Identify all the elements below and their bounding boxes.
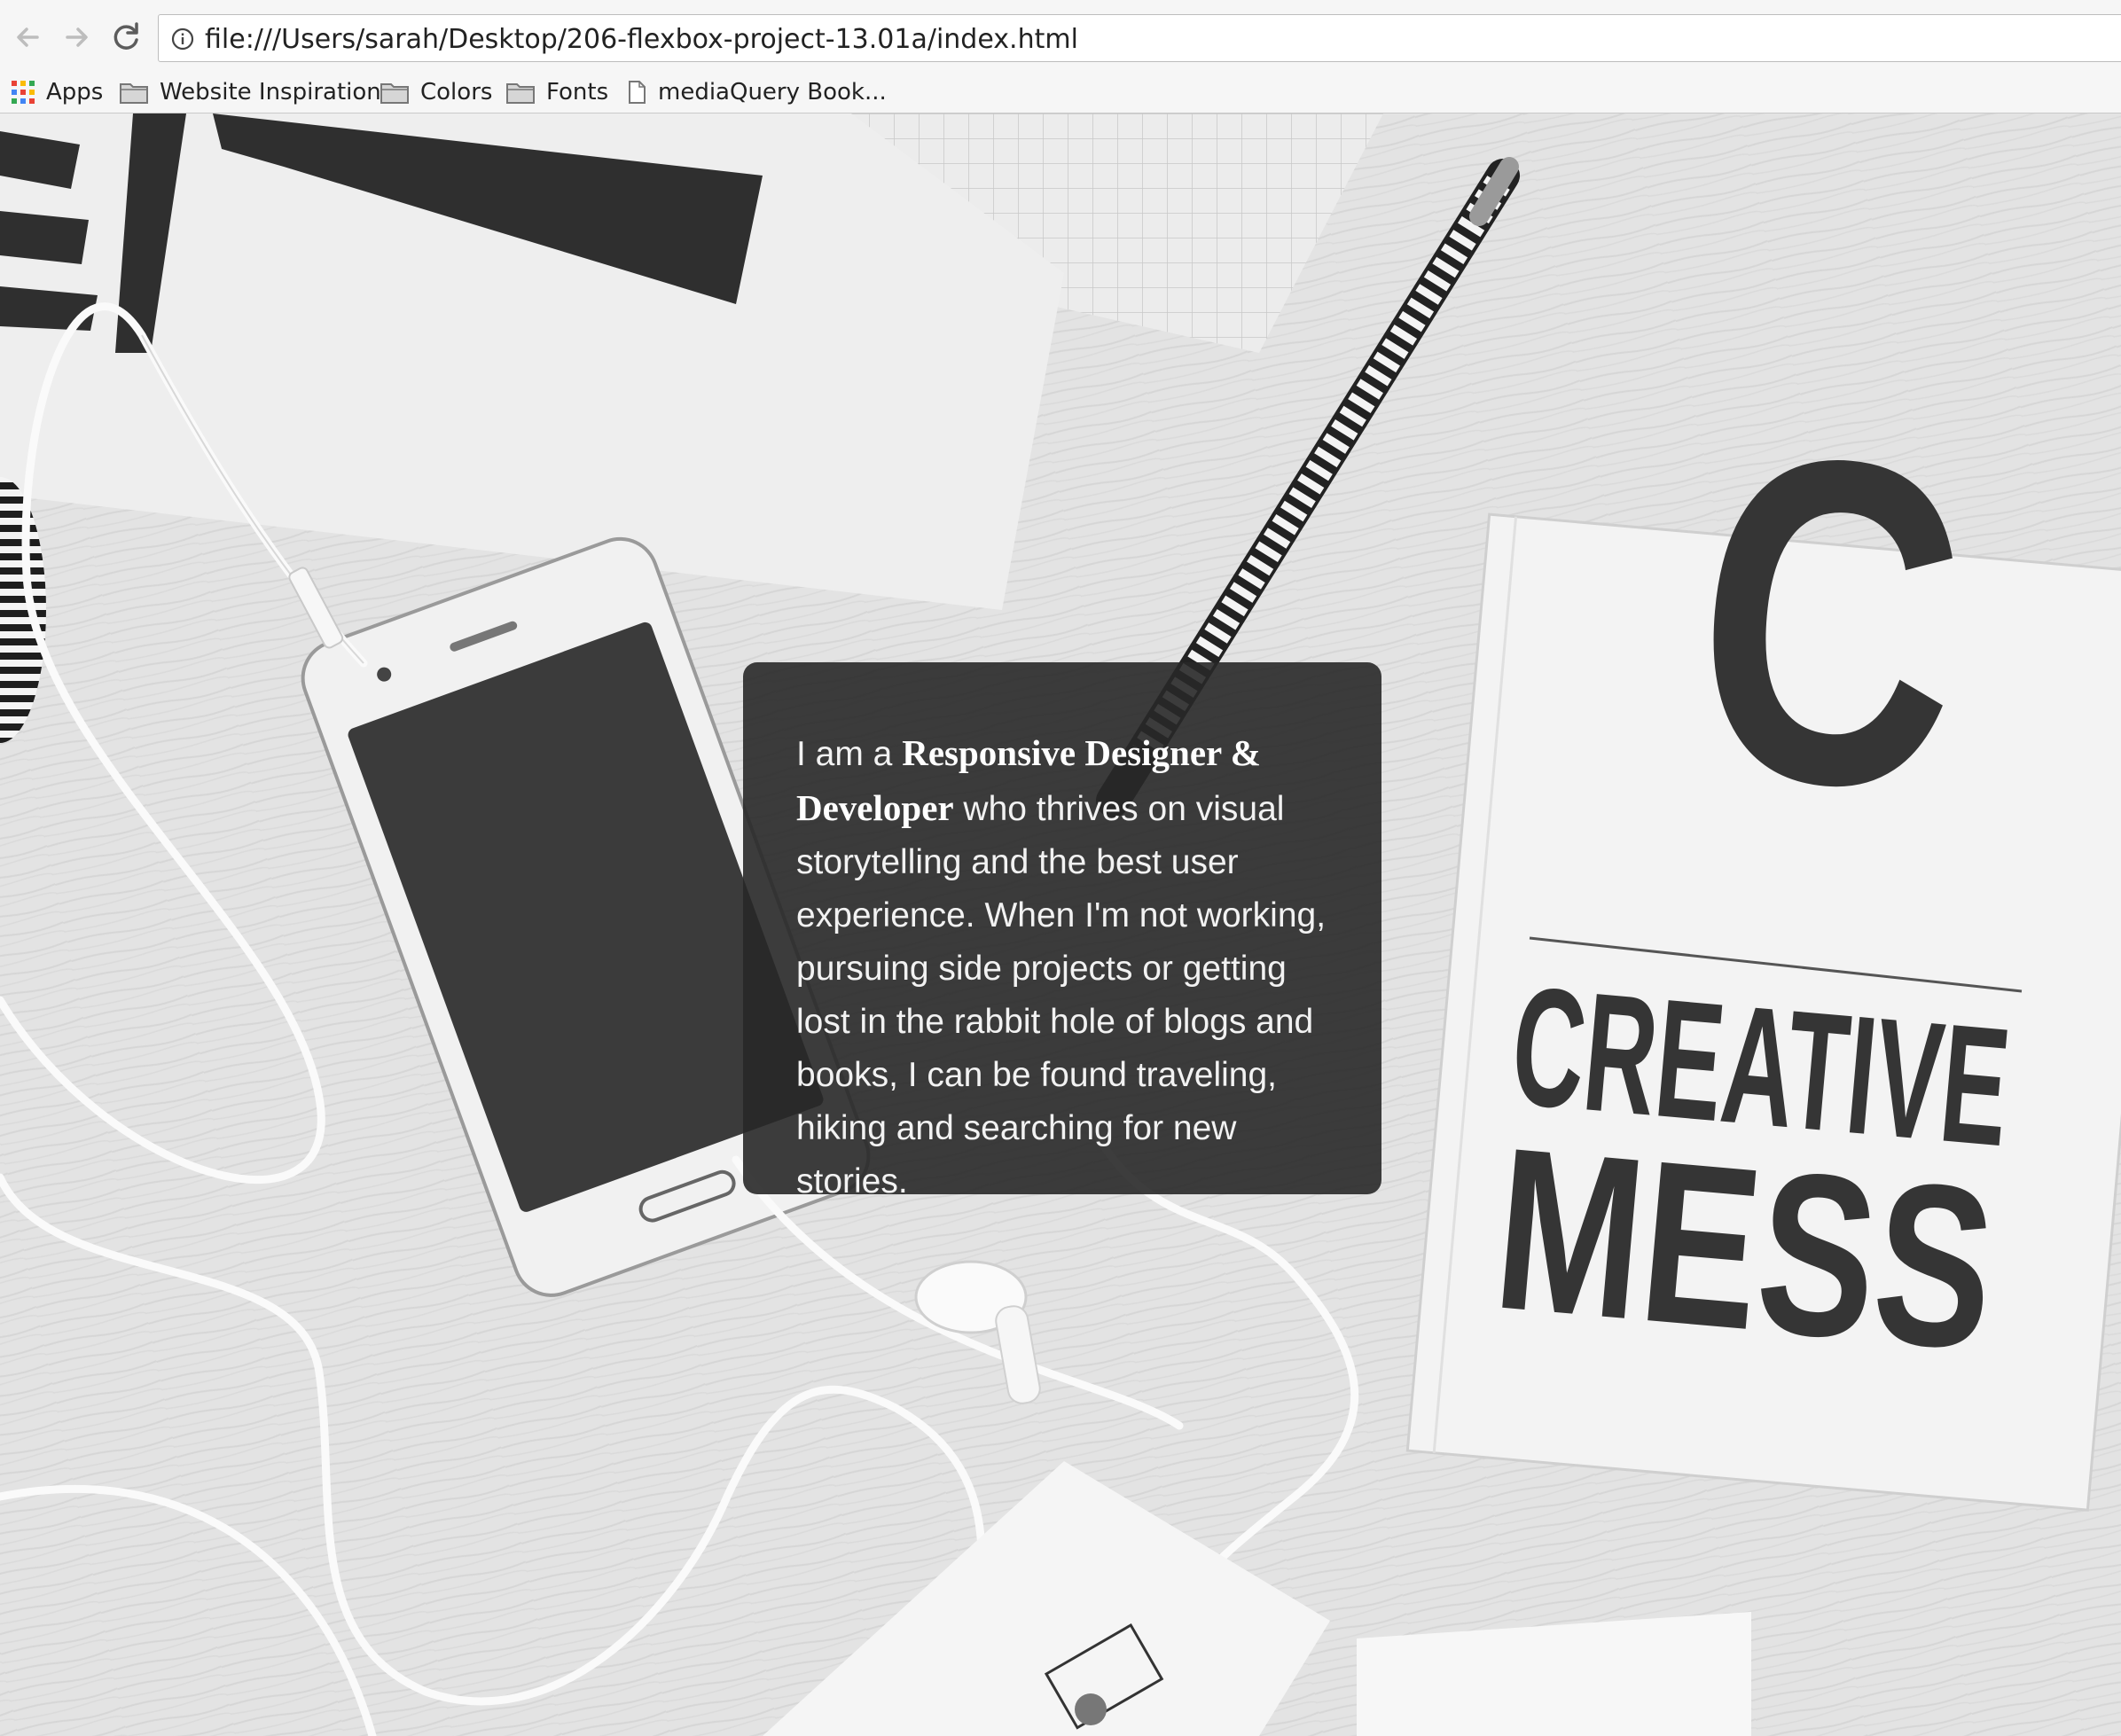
bookmarks-bar: Apps Website Inspiration Colors Fonts me… <box>0 71 2121 113</box>
bookmark-fonts[interactable]: Fonts <box>505 74 608 110</box>
folder-icon <box>380 80 410 105</box>
address-bar[interactable]: file:///Users/sarah/Desktop/206-flexbox-… <box>158 14 2121 62</box>
info-icon[interactable] <box>171 27 194 51</box>
notebook-letter: C <box>1678 354 1981 889</box>
bookmark-label: mediaQuery Book... <box>658 79 887 106</box>
folder-icon <box>505 80 536 105</box>
bookmark-mediaquery-book[interactable]: mediaQuery Book... <box>626 74 887 110</box>
reload-icon[interactable] <box>105 16 147 59</box>
intro-card: I am a Responsive Designer & Developer w… <box>743 662 1381 1200</box>
intro-prefix: I am a <box>796 735 903 773</box>
notebook-line2: MESS <box>1486 1099 2003 1399</box>
bookmark-apps[interactable]: Apps <box>11 74 103 110</box>
forward-icon[interactable] <box>55 16 98 59</box>
url-text: file:///Users/sarah/Desktop/206-flexbox-… <box>205 24 1078 55</box>
bookmark-colors[interactable]: Colors <box>380 74 492 110</box>
bookmark-website-inspiration[interactable]: Website Inspiration <box>119 74 381 110</box>
hero-section: C CREATIVE MESS I am a Responsive Design… <box>0 113 2121 1736</box>
bookmark-label: Website Inspiration <box>160 79 381 106</box>
intro-text: I am a Responsive Designer & Developer w… <box>796 726 1332 1208</box>
bookmark-label: Colors <box>420 79 493 106</box>
folder-icon <box>119 80 149 105</box>
bookmark-label: Apps <box>46 79 104 106</box>
browser-toolbar: file:///Users/sarah/Desktop/206-flexbox-… <box>0 0 2121 74</box>
apps-grid-icon <box>11 80 35 105</box>
browser-chrome: file:///Users/sarah/Desktop/206-flexbox-… <box>0 0 2121 113</box>
back-icon[interactable] <box>7 16 50 59</box>
intro-body: who thrives on visual storytelling and t… <box>796 790 1327 1200</box>
page-icon <box>626 80 647 105</box>
bookmark-label: Fonts <box>546 79 609 106</box>
